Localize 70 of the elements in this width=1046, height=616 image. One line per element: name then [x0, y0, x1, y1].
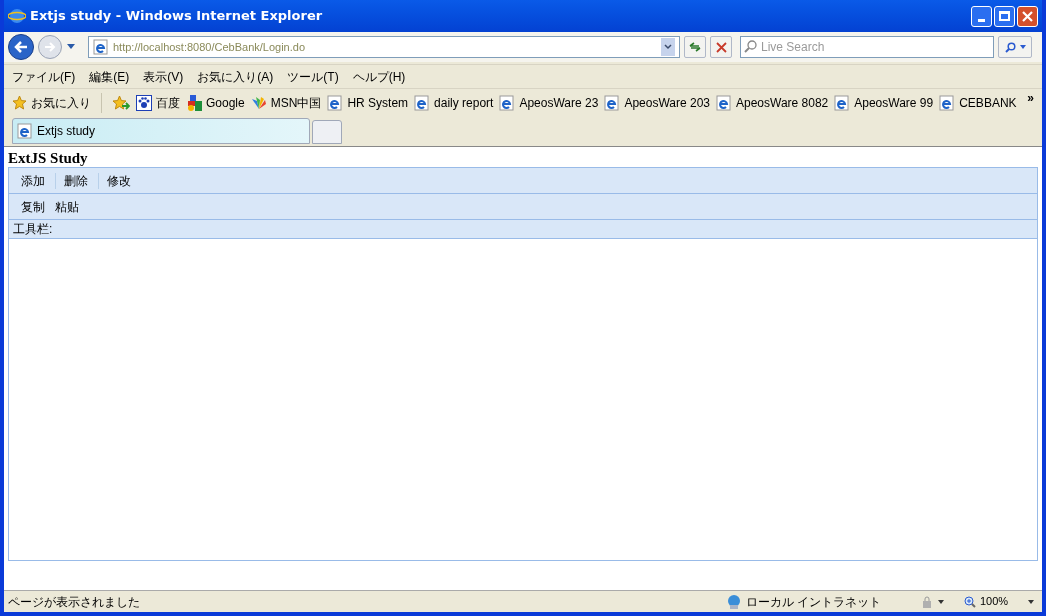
favorite-link[interactable]: HR System: [327, 93, 409, 112]
back-button[interactable]: [8, 34, 34, 60]
refresh-button[interactable]: [684, 36, 706, 58]
browser-tab[interactable]: Extjs study: [12, 118, 310, 144]
refresh-arrows-icon: [688, 41, 702, 53]
minimize-button[interactable]: [971, 5, 992, 27]
close-button[interactable]: [1017, 5, 1038, 27]
chevron-down-icon: [664, 44, 672, 50]
favorite-link[interactable]: ApeosWare 99: [834, 93, 934, 112]
window-title: Extjs study - Windows Internet Explorer: [30, 7, 323, 26]
favorites-button[interactable]: お気に入り: [12, 93, 91, 112]
toolbar-button[interactable]: 复制: [17, 197, 49, 216]
zoom-button[interactable]: 100%: [964, 593, 1038, 610]
search-icon: [744, 40, 757, 53]
search-field[interactable]: Live Search: [740, 36, 994, 58]
toolbar-button[interactable]: 删除: [60, 171, 92, 190]
page-icon: [327, 94, 344, 111]
paw-icon: [136, 94, 152, 111]
favorite-link[interactable]: CEBBANK: [939, 93, 1017, 112]
favorite-link[interactable]: ApeosWare 23: [499, 93, 599, 112]
menu-item[interactable]: お気に入り(A): [197, 67, 274, 86]
close-icon: [1022, 10, 1033, 22]
toolbar-button[interactable]: 粘贴: [51, 197, 83, 216]
toolbar-button[interactable]: 添加: [17, 171, 49, 190]
search-icon: [1004, 41, 1016, 53]
zone-label: ローカル イントラネット: [746, 593, 883, 611]
menu-item[interactable]: 編集(E): [89, 67, 130, 86]
favorite-link[interactable]: daily report: [414, 93, 494, 112]
favorite-link[interactable]: ApeosWare 203: [604, 93, 710, 112]
favorite-link[interactable]: Google: [186, 93, 245, 112]
add-favorite-icon[interactable]: [112, 94, 130, 111]
star-icon: [12, 95, 27, 110]
page-heading: ExtJS Study: [7, 149, 89, 167]
status-text: ページが表示されました: [8, 593, 140, 611]
menu-item[interactable]: ヘルプ(H): [352, 67, 406, 86]
favorite-link[interactable]: ApeosWare 8082: [716, 93, 829, 112]
page-icon: [716, 94, 732, 111]
search-button[interactable]: [998, 36, 1032, 58]
page-icon: [499, 94, 516, 111]
menu-item[interactable]: 表示(V): [143, 67, 184, 86]
maximize-button[interactable]: [994, 5, 1015, 27]
address-url: http://localhost:8080/CebBank/Login.do: [113, 39, 306, 55]
stop-button[interactable]: [710, 36, 732, 58]
toolbar-button[interactable]: 修改: [103, 171, 135, 190]
stop-icon: [715, 41, 727, 53]
favorite-link[interactable]: MSN中国: [250, 93, 322, 112]
address-field[interactable]: http://localhost:8080/CebBank/Login.do: [88, 36, 680, 58]
dropdown-arrow-icon: [1019, 45, 1026, 49]
toolbar-label: 工具栏:: [13, 221, 53, 238]
dropdown-arrow-icon[interactable]: [66, 44, 76, 50]
page-icon: [834, 94, 851, 111]
menu-item[interactable]: ファイル(F): [12, 67, 76, 86]
butterfly-icon: [250, 94, 267, 111]
zoom-in-icon: [964, 595, 976, 608]
dropdown-arrow-icon: [1028, 599, 1034, 604]
colored-squares-icon: [186, 94, 202, 111]
favorite-link[interactable]: 百度: [136, 93, 180, 112]
dropdown-arrow-icon: [938, 599, 944, 604]
page-icon: [604, 94, 621, 111]
menu-item[interactable]: ツール(T): [287, 67, 339, 86]
dropdown-button[interactable]: [661, 38, 675, 56]
page-icon: [93, 39, 109, 55]
page-icon: [939, 94, 956, 111]
right-arrow-icon: [44, 42, 56, 52]
browser-logo-icon: [8, 7, 26, 25]
more-button[interactable]: »: [1027, 89, 1034, 107]
page-icon: [414, 94, 431, 111]
left-arrow-icon: [14, 41, 28, 53]
lock-icon: [920, 594, 934, 609]
page-icon: [17, 123, 33, 139]
